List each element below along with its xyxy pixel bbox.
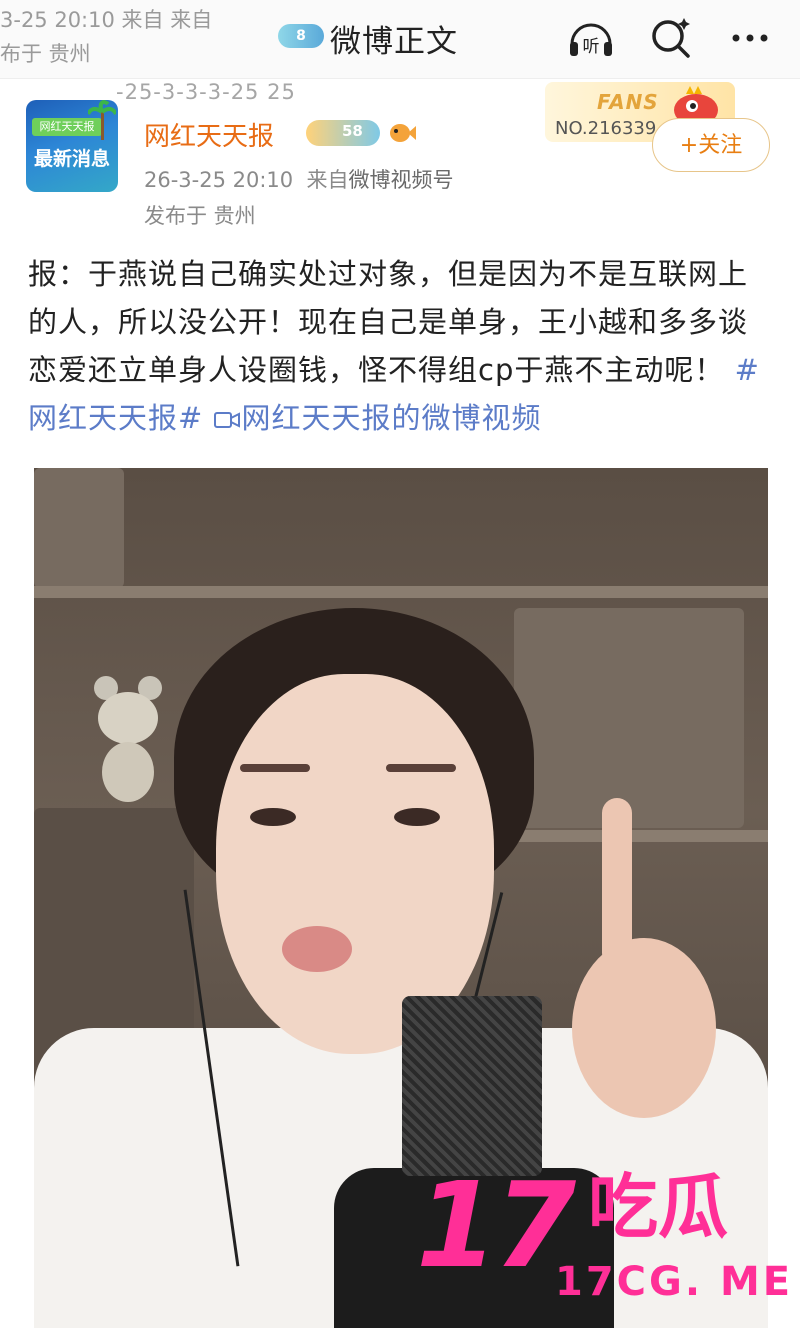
post-location: 发布于 贵州: [144, 204, 256, 228]
author-name[interactable]: 网红天天报: [144, 116, 274, 153]
faded-overlay-text: -25-3-3-3-25 25: [116, 80, 296, 104]
headphones-icon: 听: [570, 23, 612, 57]
watermark-characters: 吃瓜: [588, 1166, 728, 1248]
watermark-number: 17: [416, 1156, 576, 1294]
post-timestamp: 26-3-25 20:10 来自微博视频号: [144, 164, 454, 194]
bear-figurine: [94, 676, 162, 802]
shelf-top: [34, 586, 768, 598]
fans-label: FANS: [597, 90, 659, 114]
video-link[interactable]: 网红天天报的微博视频: [213, 401, 542, 435]
ghost-location: 布于 贵州: [0, 42, 91, 66]
post-text: 报：于燕说自己确实处过对象，但是因为不是互联网上的人，所以没公开！现在自己是单身…: [28, 257, 749, 387]
video-link-label: 网红天天报的微博视频: [241, 401, 542, 435]
level-badge: 58: [306, 120, 380, 146]
listen-label: 听: [583, 37, 600, 57]
person-lips: [282, 926, 352, 972]
watermark-url: 17CG. ME: [555, 1259, 794, 1305]
level-badge-small: 8: [278, 24, 324, 48]
source-prefix: 来自: [306, 168, 349, 192]
avatar[interactable]: 网红天天报 最新消息: [26, 100, 118, 192]
backdrop-panel-right: [514, 608, 744, 828]
video-icon: [213, 412, 240, 428]
search-icon: [652, 18, 690, 58]
fish-icon: [390, 124, 416, 142]
left-brow: [240, 764, 310, 772]
fans-number: NO.216339: [555, 118, 657, 139]
more-button[interactable]: [726, 14, 776, 62]
avatar-main-label: 最新消息: [33, 148, 110, 170]
palm-tree-icon: [88, 100, 116, 140]
follow-button[interactable]: +关注: [652, 118, 770, 172]
right-eye: [394, 808, 440, 826]
backdrop-panel-top: [34, 468, 124, 588]
level-number: 58: [342, 122, 363, 140]
raised-hand: [572, 798, 716, 1118]
listen-button[interactable]: 听: [566, 14, 616, 62]
post-source[interactable]: 微博视频号: [349, 168, 454, 192]
ghost-timestamp: 3-25 20:10 来自 来自: [0, 8, 213, 32]
left-eye: [250, 808, 296, 826]
page-title: 微博正文: [330, 24, 458, 60]
right-brow: [386, 764, 456, 772]
microphone: [402, 996, 542, 1176]
post-body: 报：于燕说自己确实处过对象，但是因为不是互联网上的人，所以没公开！现在自己是单身…: [28, 250, 772, 442]
post-time-value: 26-3-25 20:10: [144, 168, 294, 192]
top-nav-bar: 3-25 20:10 来自 来自 布于 贵州 8 微博正文 听: [0, 0, 800, 79]
search-button[interactable]: [646, 14, 696, 62]
more-icon: [732, 34, 768, 42]
